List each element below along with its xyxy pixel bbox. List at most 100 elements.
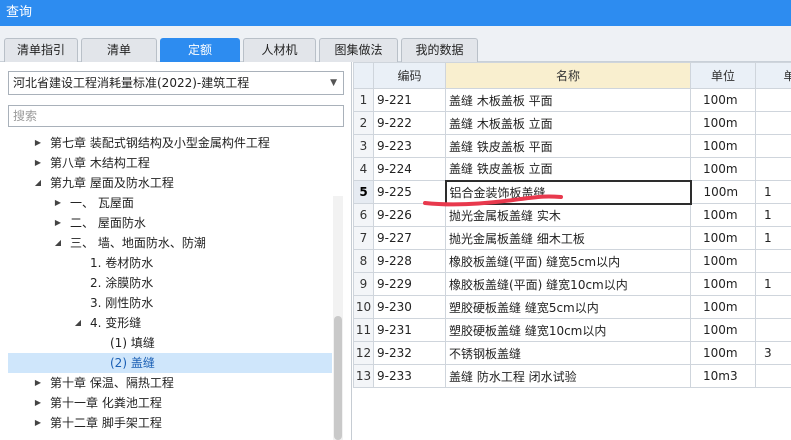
- tree-scrollbar[interactable]: [333, 196, 343, 440]
- code-cell[interactable]: 9-231: [373, 318, 446, 342]
- row-number-cell[interactable]: 3: [353, 134, 374, 158]
- price-cell[interactable]: [755, 111, 791, 135]
- expand-triangle-icon[interactable]: ▶: [53, 193, 63, 213]
- standard-select[interactable]: 河北省建设工程消耗量标准(2022)-建筑工程 ▼: [8, 71, 344, 95]
- expand-triangle-icon[interactable]: ▶: [53, 213, 63, 233]
- unit-cell[interactable]: 100m: [690, 226, 756, 250]
- table-row[interactable]: 11 9-231 塑胶硬板盖缝 缝宽10cm以内 100m: [353, 318, 791, 342]
- row-number-cell[interactable]: 10: [353, 295, 374, 319]
- price-cell[interactable]: 3: [755, 341, 791, 365]
- table-row[interactable]: 4 9-224 盖缝 铁皮盖板 立面 100m: [353, 157, 791, 181]
- tree-node[interactable]: 2. 涂膜防水: [8, 273, 332, 293]
- name-cell[interactable]: 抛光金属板盖缝 细木工板: [445, 226, 691, 250]
- name-cell[interactable]: 盖缝 防水工程 闭水试验: [445, 364, 691, 388]
- table-row[interactable]: 5 9-225 铝合金装饰板盖缝 100m 1: [353, 179, 791, 205]
- row-number-cell[interactable]: 9: [353, 272, 374, 296]
- tree-node[interactable]: (2) 盖缝: [8, 353, 332, 373]
- name-cell[interactable]: 盖缝 木板盖板 立面: [445, 111, 691, 135]
- row-number-cell[interactable]: 5: [353, 180, 374, 204]
- name-cell[interactable]: 盖缝 铁皮盖板 立面: [445, 157, 691, 181]
- unit-cell[interactable]: 100m: [690, 111, 756, 135]
- collapse-triangle-icon[interactable]: ◢: [33, 173, 43, 193]
- unit-cell[interactable]: 100m: [690, 295, 756, 319]
- search-input[interactable]: [8, 105, 344, 127]
- tab-atlas[interactable]: 图集做法: [319, 38, 398, 62]
- code-cell[interactable]: 9-230: [373, 295, 446, 319]
- unit-cell[interactable]: 100m: [690, 249, 756, 273]
- row-number-cell[interactable]: 7: [353, 226, 374, 250]
- price-cell[interactable]: [755, 157, 791, 181]
- price-cell[interactable]: [755, 249, 791, 273]
- price-cell[interactable]: [755, 88, 791, 112]
- row-number-cell[interactable]: 13: [353, 364, 374, 388]
- code-cell[interactable]: 9-227: [373, 226, 446, 250]
- collapse-triangle-icon[interactable]: ◢: [53, 233, 63, 253]
- price-cell[interactable]: 1: [755, 272, 791, 296]
- expand-triangle-icon[interactable]: ▶: [33, 153, 43, 173]
- expand-triangle-icon[interactable]: ▶: [33, 393, 43, 413]
- price-cell[interactable]: [755, 295, 791, 319]
- code-cell[interactable]: 9-229: [373, 272, 446, 296]
- row-number-cell[interactable]: 2: [353, 111, 374, 135]
- name-cell[interactable]: 盖缝 木板盖板 平面: [445, 88, 691, 112]
- tree-node[interactable]: ◢ 第九章 屋面及防水工程: [8, 173, 332, 193]
- row-number-cell[interactable]: 1: [353, 88, 374, 112]
- tab-materials[interactable]: 人材机: [243, 38, 316, 62]
- table-row[interactable]: 13 9-233 盖缝 防水工程 闭水试验 10m3: [353, 364, 791, 388]
- unit-cell[interactable]: 100m: [690, 88, 756, 112]
- price-cell[interactable]: [755, 318, 791, 342]
- name-cell[interactable]: 橡胶板盖缝(平面) 缝宽5cm以内: [445, 249, 691, 273]
- unit-cell[interactable]: 100m: [690, 180, 756, 204]
- tree-node[interactable]: ▶ 第十章 保温、隔热工程: [8, 373, 332, 393]
- row-number-cell[interactable]: 4: [353, 157, 374, 181]
- code-cell[interactable]: 9-232: [373, 341, 446, 365]
- tab-quota[interactable]: 定额: [160, 38, 240, 62]
- name-cell[interactable]: 橡胶板盖缝(平面) 缝宽10cm以内: [445, 272, 691, 296]
- unit-cell[interactable]: 100m: [690, 341, 756, 365]
- unit-cell[interactable]: 100m: [690, 272, 756, 296]
- tree-node[interactable]: 1. 卷材防水: [8, 253, 332, 273]
- price-cell[interactable]: 1: [755, 180, 791, 204]
- expand-triangle-icon[interactable]: ▶: [33, 373, 43, 393]
- table-row[interactable]: 10 9-230 塑胶硬板盖缝 缝宽5cm以内 100m: [353, 295, 791, 319]
- code-cell[interactable]: 9-233: [373, 364, 446, 388]
- table-row[interactable]: 1 9-221 盖缝 木板盖板 平面 100m: [353, 88, 791, 112]
- name-cell[interactable]: 不锈钢板盖缝: [445, 341, 691, 365]
- tab-my-data[interactable]: 我的数据: [401, 38, 478, 62]
- table-row[interactable]: 6 9-226 抛光金属板盖缝 实木 100m 1: [353, 203, 791, 227]
- tree-scrollbar-thumb[interactable]: [334, 316, 342, 440]
- row-number-cell[interactable]: 8: [353, 249, 374, 273]
- price-cell[interactable]: [755, 134, 791, 158]
- unit-cell[interactable]: 100m: [690, 318, 756, 342]
- name-cell[interactable]: 塑胶硬板盖缝 缝宽5cm以内: [445, 295, 691, 319]
- name-cell[interactable]: 盖缝 铁皮盖板 平面: [445, 134, 691, 158]
- column-header-name[interactable]: 名称: [445, 62, 691, 89]
- price-cell[interactable]: [755, 364, 791, 388]
- price-cell[interactable]: 1: [755, 203, 791, 227]
- tree-node[interactable]: ◢ 4. 变形缝: [8, 313, 332, 333]
- column-header-unit[interactable]: 单位: [690, 62, 756, 89]
- code-cell[interactable]: 9-222: [373, 111, 446, 135]
- table-row[interactable]: 3 9-223 盖缝 铁皮盖板 平面 100m: [353, 134, 791, 158]
- tree-node[interactable]: ▶ 二、 屋面防水: [8, 213, 332, 233]
- collapse-triangle-icon[interactable]: ◢: [73, 313, 83, 333]
- price-cell[interactable]: 1: [755, 226, 791, 250]
- row-number-cell[interactable]: 6: [353, 203, 374, 227]
- tab-guide[interactable]: 清单指引: [4, 38, 78, 62]
- unit-cell[interactable]: 10m3: [690, 364, 756, 388]
- code-cell[interactable]: 9-221: [373, 88, 446, 112]
- expand-triangle-icon[interactable]: ▶: [33, 413, 43, 433]
- code-cell[interactable]: 9-223: [373, 134, 446, 158]
- tree-node[interactable]: ◢ 三、 墙、地面防水、防潮: [8, 233, 332, 253]
- tree-node[interactable]: ▶ 一、 瓦屋面: [8, 193, 332, 213]
- row-number-cell[interactable]: 12: [353, 341, 374, 365]
- tree-node[interactable]: ▶ 第十一章 化粪池工程: [8, 393, 332, 413]
- tree-node[interactable]: (1) 填缝: [8, 333, 332, 353]
- column-header-code[interactable]: 编码: [373, 62, 446, 89]
- code-cell[interactable]: 9-228: [373, 249, 446, 273]
- tree-node[interactable]: ▶ 第十二章 脚手架工程: [8, 413, 332, 433]
- unit-cell[interactable]: 100m: [690, 203, 756, 227]
- tab-bill[interactable]: 清单: [81, 38, 157, 62]
- table-row[interactable]: 12 9-232 不锈钢板盖缝 100m 3: [353, 341, 791, 365]
- expand-triangle-icon[interactable]: ▶: [33, 133, 43, 153]
